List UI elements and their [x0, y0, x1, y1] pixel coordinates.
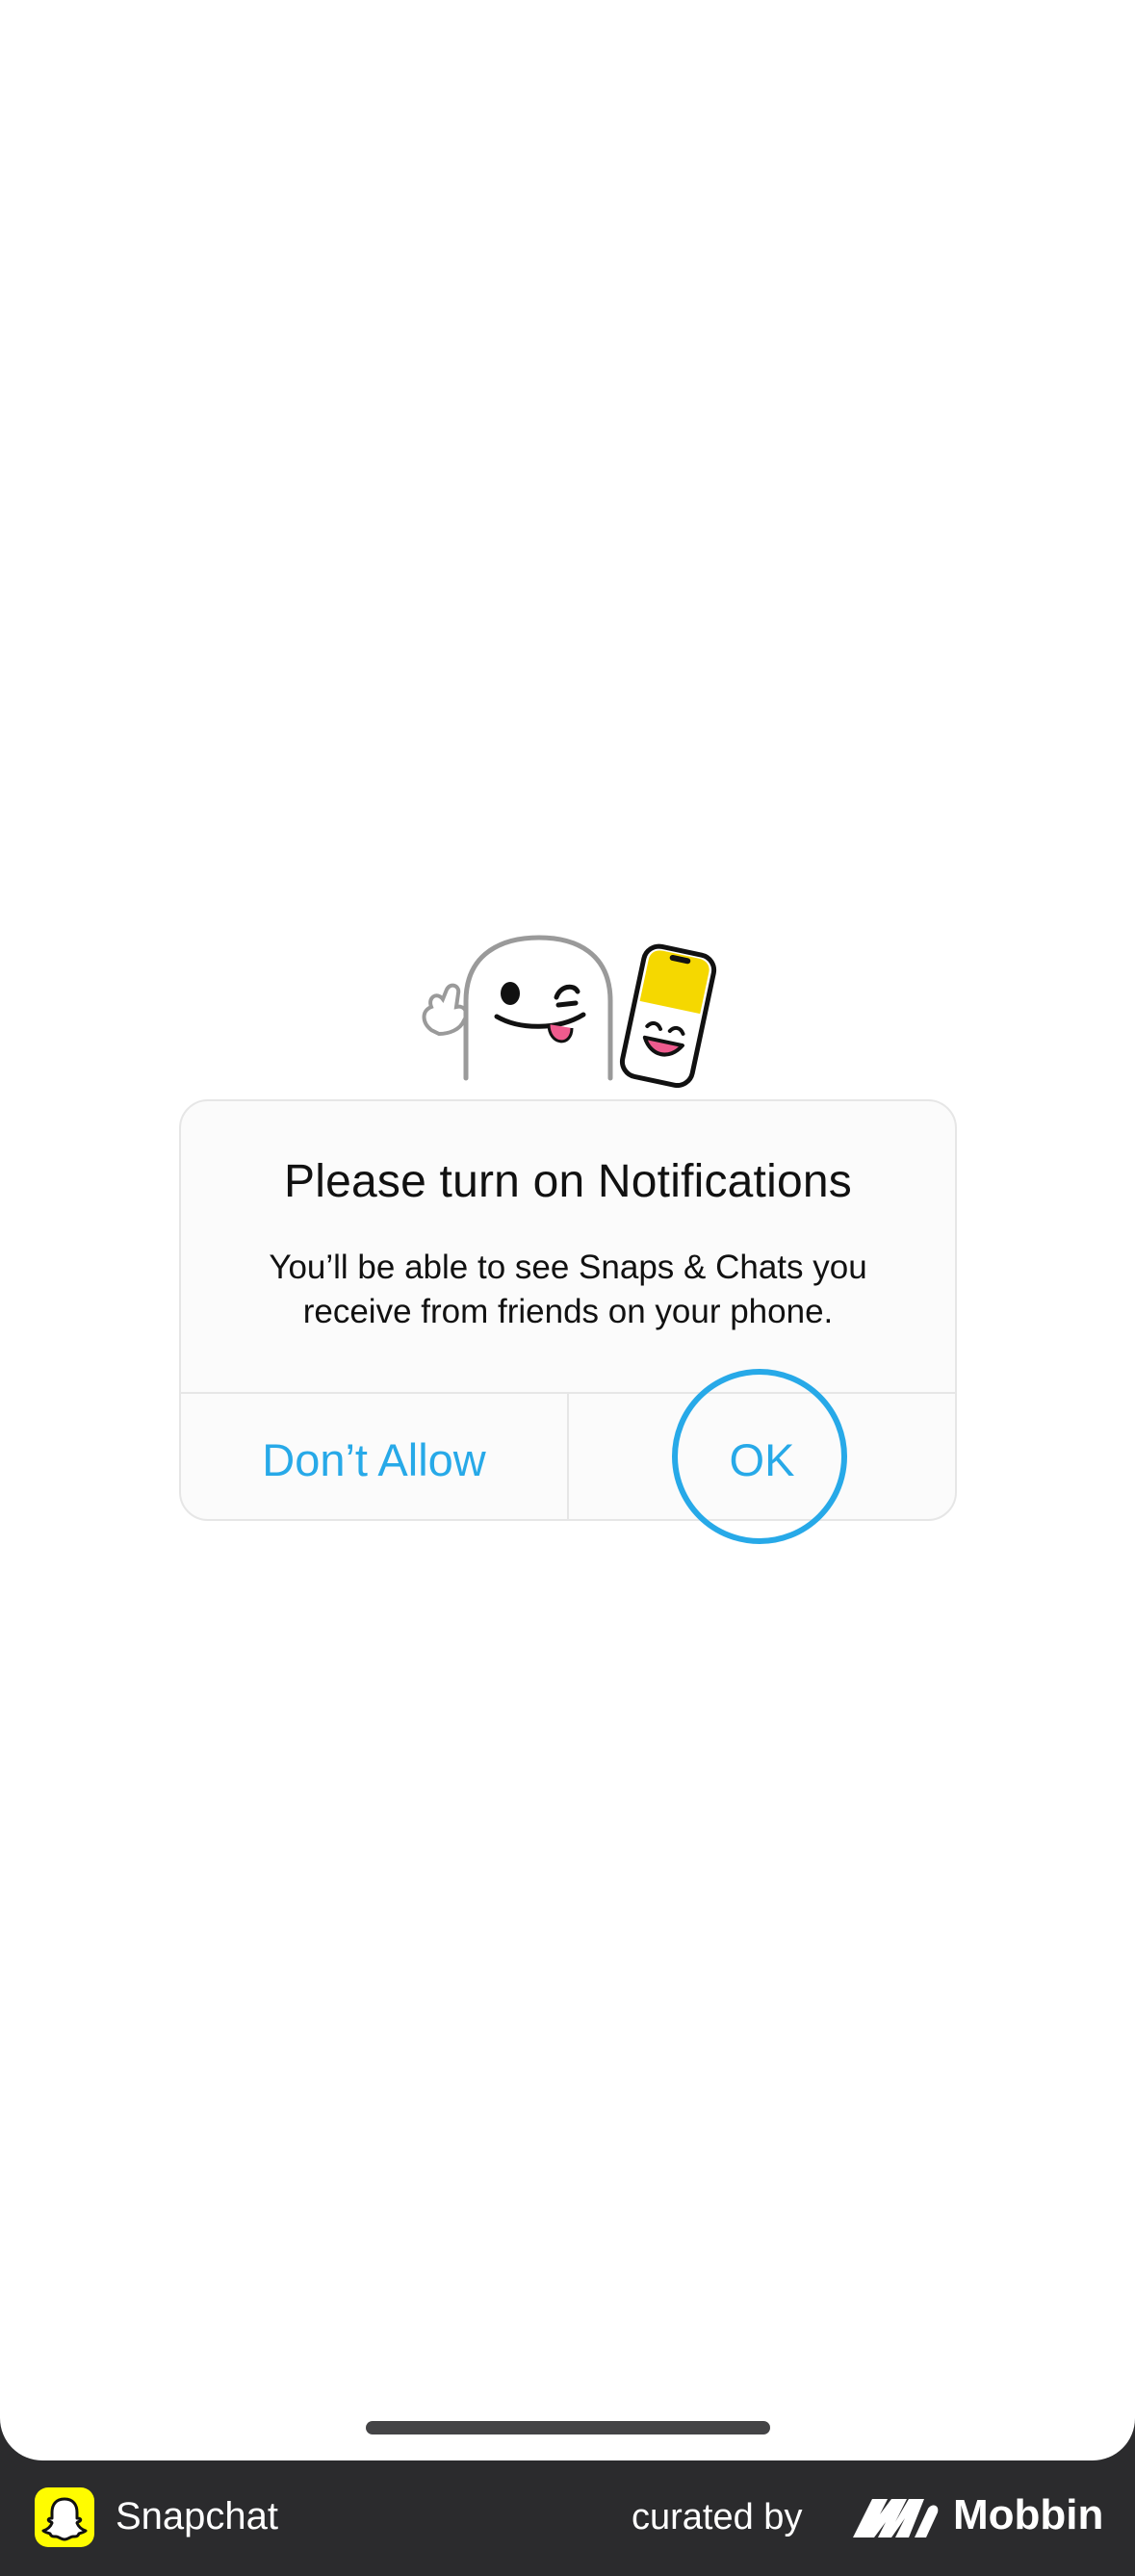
footer-curated-by: curated by — [632, 2497, 803, 2537]
footer-app-name: Snapchat — [116, 2495, 279, 2537]
dialog-message: You’ll be able to see Snaps & Chats you … — [269, 1249, 867, 1330]
dialog-actions: Don’t Allow OK — [181, 1392, 955, 1519]
footer-brand-name: Mobbin — [953, 2491, 1104, 2538]
ghost-with-phone-illustration — [422, 935, 717, 1088]
ok-button[interactable]: OK — [569, 1394, 955, 1519]
app-screen: Please turn on Notifications You’ll be a… — [0, 0, 1135, 2460]
dialog-title: Please turn on Notifications — [284, 1156, 852, 1207]
notification-permission-dialog: Please turn on Notifications You’ll be a… — [179, 1099, 957, 1521]
snapchat-ghost-icon — [35, 2487, 94, 2547]
footer-bar: Snapchat curated by Mobbin — [0, 2460, 1135, 2576]
mobbin-logo-icon — [853, 2499, 939, 2537]
dont-allow-button[interactable]: Don’t Allow — [181, 1394, 569, 1519]
home-indicator — [366, 2421, 770, 2434]
